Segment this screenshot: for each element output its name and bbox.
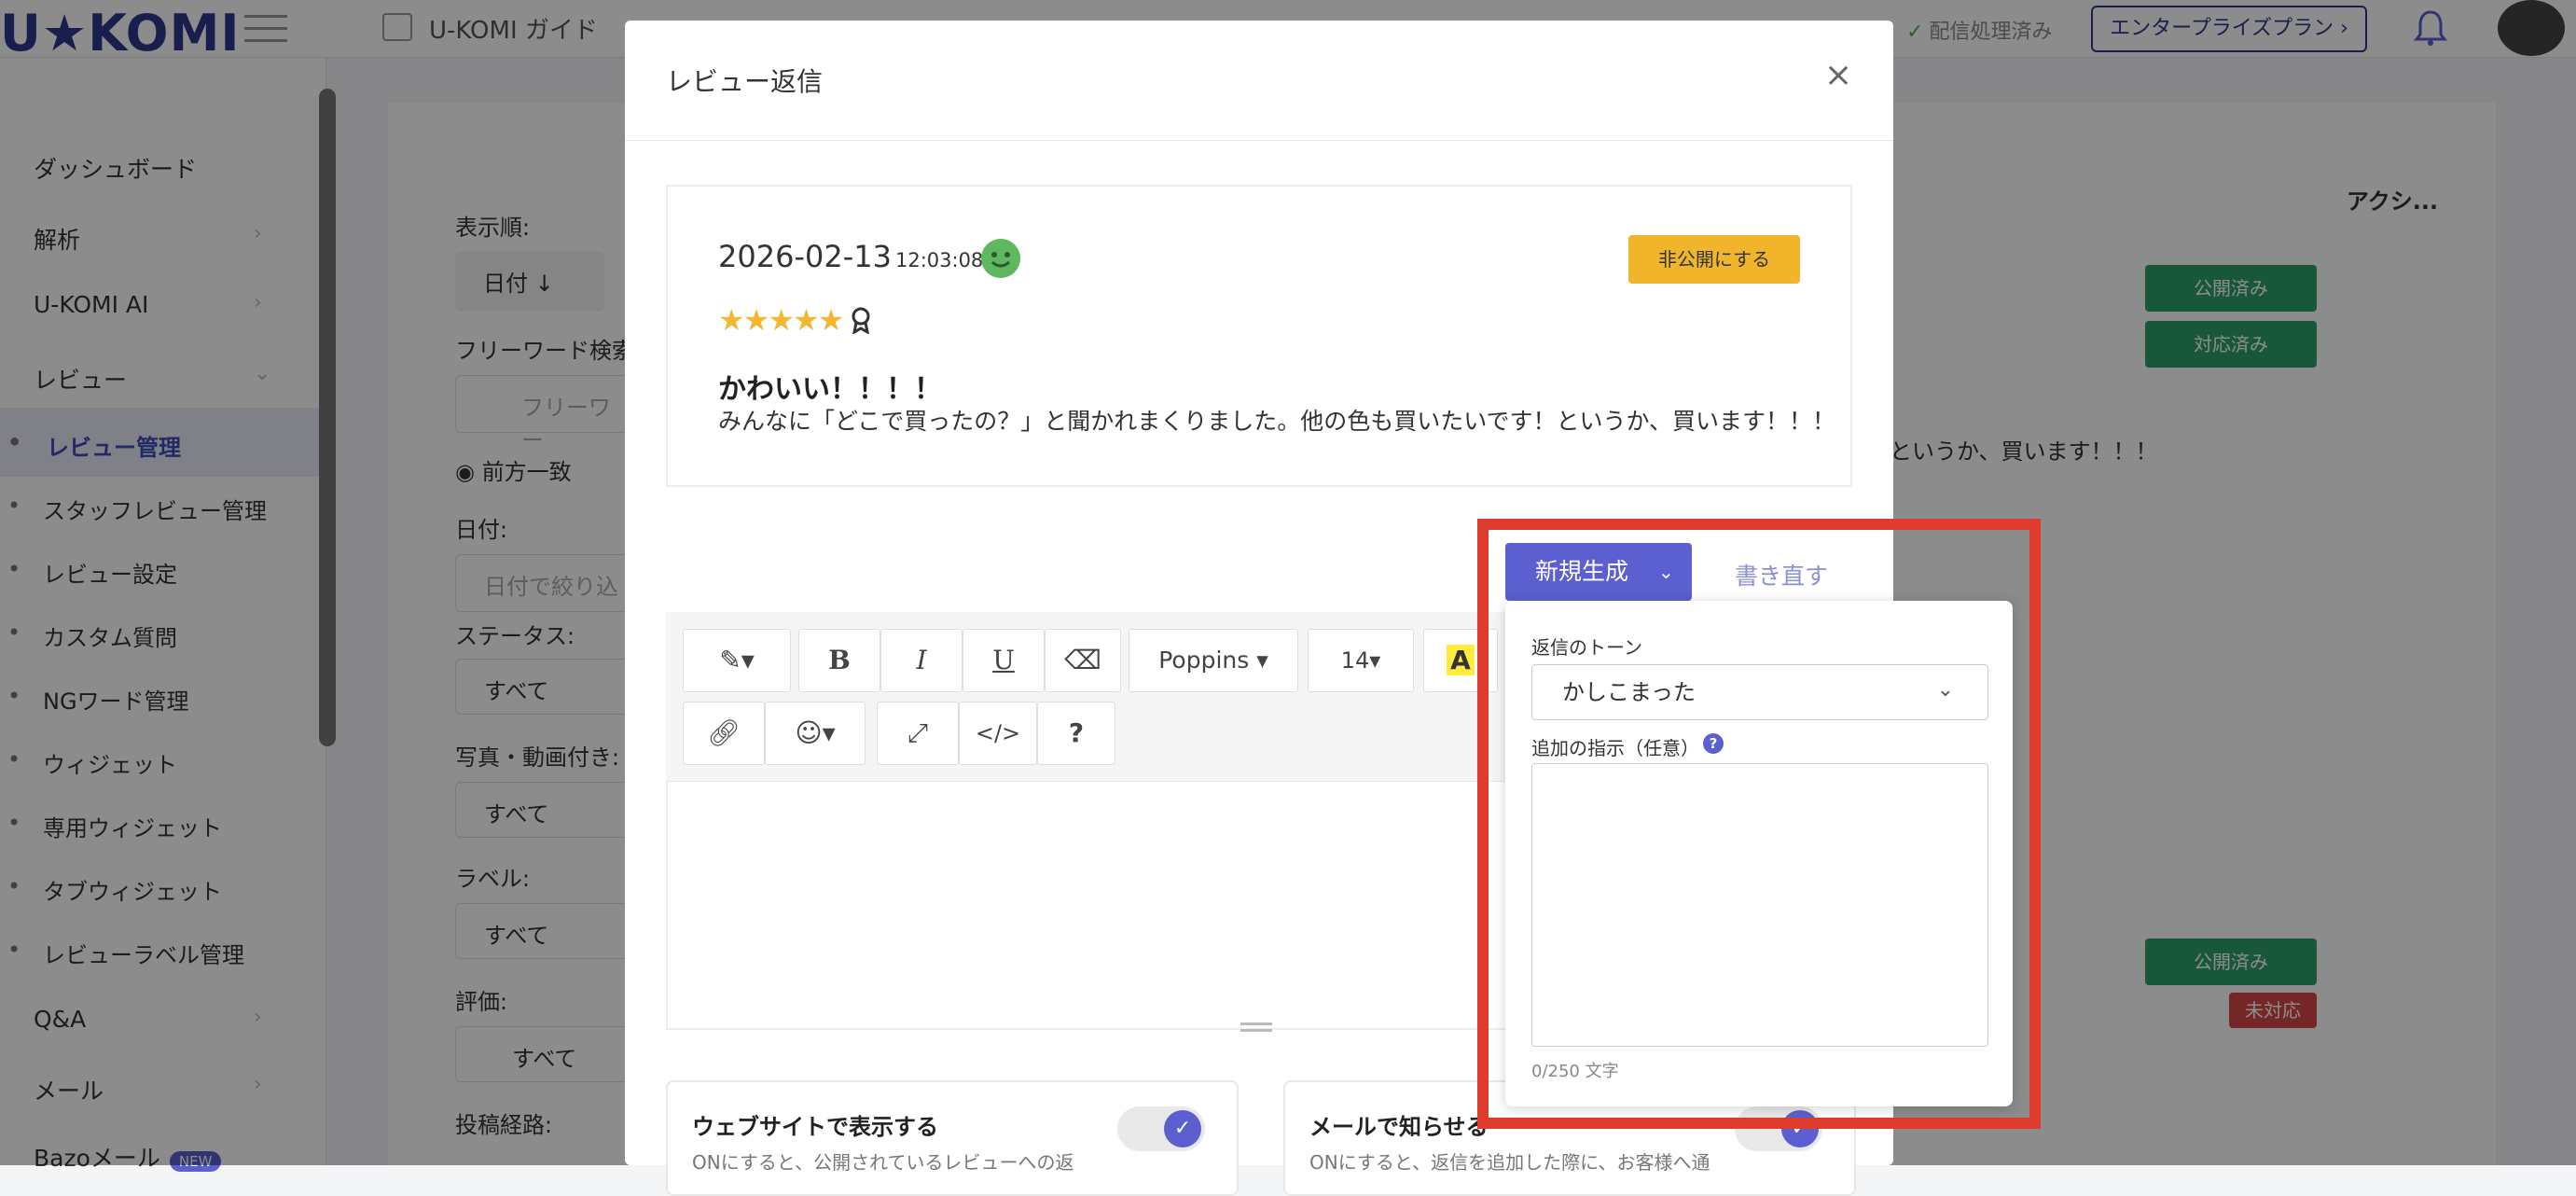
modal-title: レビュー返信 (666, 66, 824, 97)
website-display-card: ウェブサイトで表示する ONにすると、公開されているレビューへの返 ✓ (666, 1080, 1239, 1196)
check-icon: ✓ (1164, 1110, 1201, 1147)
website-display-desc: ONにすると、公開されているレビューへの返 (692, 1151, 1074, 1174)
bold-button[interactable]: B (798, 629, 880, 692)
review-body: みんなに「どこで買ったの？」と聞かれまくりました。他の色も買いたいです！というか… (718, 408, 1836, 435)
link-icon[interactable]: 🔗︎ (683, 702, 765, 765)
review-card (666, 185, 1852, 487)
review-title: かわいい！！！！ (718, 373, 942, 406)
email-notify-title: メールで知らせる (1309, 1114, 1489, 1140)
emoji-icon[interactable]: ☺▾ (765, 702, 866, 765)
editor-resize-handle[interactable] (1240, 1022, 1272, 1032)
award-icon (852, 307, 870, 334)
close-icon[interactable]: × (1824, 56, 1852, 94)
rating-stars: ★★★★★ (718, 302, 844, 338)
website-display-toggle[interactable]: ✓ (1117, 1106, 1205, 1151)
eraser-icon[interactable]: ⌫ (1045, 629, 1121, 692)
smiley-icon (981, 239, 1020, 278)
code-view-button[interactable]: </> (959, 702, 1037, 765)
email-notify-desc: ONにすると、返信を追加した際に、お客様へ通 (1309, 1151, 1710, 1174)
modal-divider (625, 140, 1893, 141)
help-button[interactable]: ? (1037, 702, 1115, 765)
magic-wand-icon[interactable]: ✎▾ (683, 629, 791, 692)
font-size-select[interactable]: 14▾ (1308, 629, 1414, 692)
hide-review-button[interactable]: 非公開にする (1628, 235, 1800, 284)
fullscreen-icon[interactable]: ⤢ (877, 702, 959, 765)
underline-button[interactable]: U (963, 629, 1045, 692)
highlight-frame (1477, 519, 2041, 1129)
italic-button[interactable]: I (880, 629, 963, 692)
font-family-select[interactable]: Poppins ▾ (1129, 629, 1298, 692)
review-time: 12:03:08 (894, 249, 984, 271)
review-date: 2026-02-13 12:03:08 (718, 239, 984, 274)
website-display-title: ウェブサイトで表示する (692, 1114, 938, 1140)
